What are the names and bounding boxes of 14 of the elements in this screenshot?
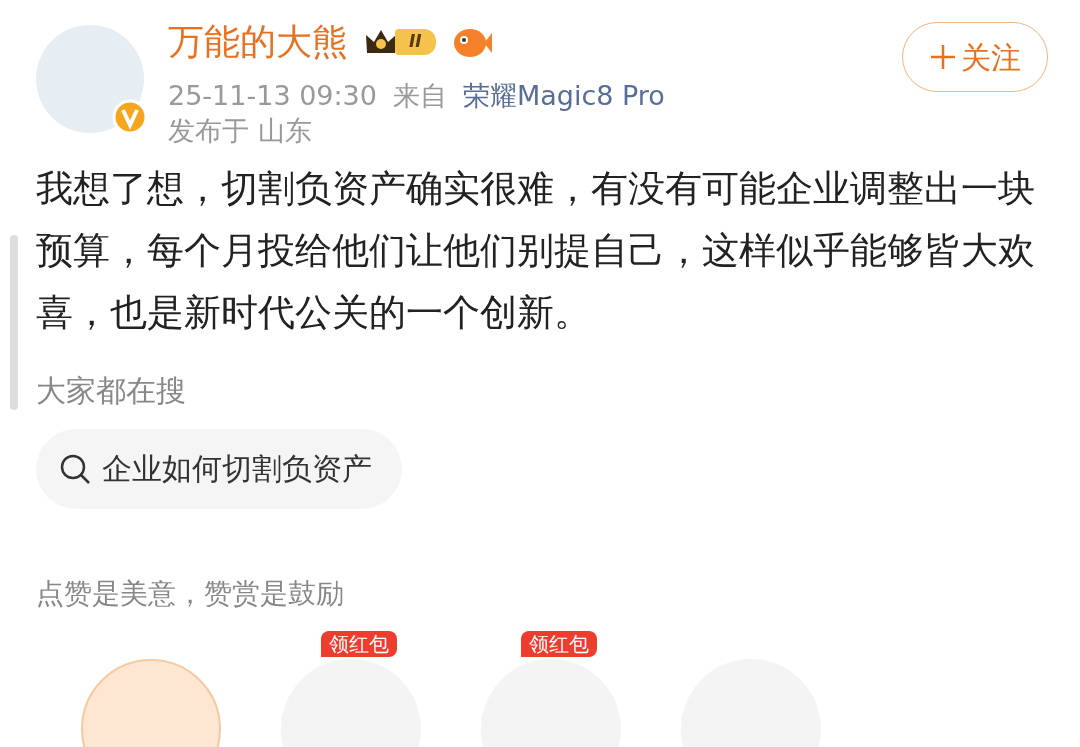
reward-tag: 领红包	[321, 630, 397, 657]
search-suggestion[interactable]: 企业如何切割负资产	[36, 428, 402, 509]
post-text: 我想了想，切割负资产确实很难，有没有可能企业调整出一块预算，每个月投给他们让他们别提自己，这样似乎能够皆大欢喜，也是新时代公关的一个创新。	[36, 165, 1036, 336]
post-time: 25-11-13 09:30	[168, 78, 377, 113]
reward-tag: 领红包	[521, 630, 597, 657]
reward-caption: 点赞是美意，赞赏是鼓励	[36, 575, 345, 612]
source-device[interactable]: 荣耀Magic8 Pro	[462, 77, 665, 113]
user-name[interactable]: 万能的大熊	[168, 22, 348, 62]
post-location: 发布于 山东	[168, 113, 313, 148]
plus-icon	[929, 43, 957, 71]
follow-button[interactable]: 关注	[902, 22, 1048, 92]
level-badge: II	[364, 26, 436, 57]
source-label: 来自	[392, 78, 447, 113]
section-title: 大家都在搜	[36, 371, 187, 410]
